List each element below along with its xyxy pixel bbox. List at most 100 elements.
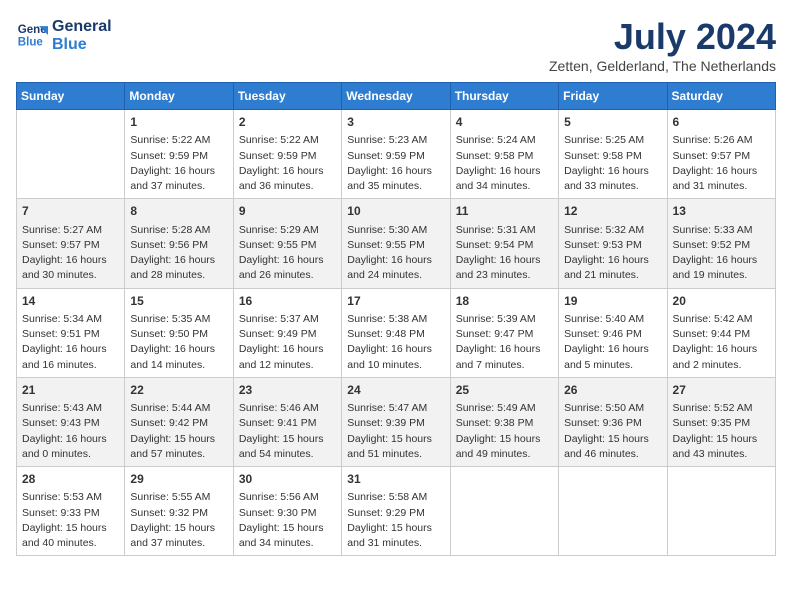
day-number: 12 — [564, 203, 661, 220]
day-content: Sunrise: 5:35 AM Sunset: 9:50 PM Dayligh… — [130, 313, 215, 371]
day-content: Sunrise: 5:47 AM Sunset: 9:39 PM Dayligh… — [347, 402, 432, 460]
calendar-cell: 11 Sunrise: 5:31 AM Sunset: 9:54 PM Dayli… — [450, 199, 558, 288]
week-row-3: 14 Sunrise: 5:34 AM Sunset: 9:51 PM Dayli… — [17, 288, 776, 377]
day-content: Sunrise: 5:22 AM Sunset: 9:59 PM Dayligh… — [239, 134, 324, 192]
calendar-cell: 9 Sunrise: 5:29 AM Sunset: 9:55 PM Daylig… — [233, 199, 341, 288]
col-header-saturday: Saturday — [667, 83, 775, 110]
day-number: 30 — [239, 471, 336, 488]
calendar-cell: 19 Sunrise: 5:40 AM Sunset: 9:46 PM Dayli… — [559, 288, 667, 377]
week-row-2: 7 Sunrise: 5:27 AM Sunset: 9:57 PM Daylig… — [17, 199, 776, 288]
day-number: 20 — [673, 293, 770, 310]
day-number: 22 — [130, 382, 227, 399]
day-content: Sunrise: 5:26 AM Sunset: 9:57 PM Dayligh… — [673, 134, 758, 192]
calendar-cell: 27 Sunrise: 5:52 AM Sunset: 9:35 PM Dayli… — [667, 377, 775, 466]
calendar-cell — [17, 110, 125, 199]
day-number: 8 — [130, 203, 227, 220]
day-content: Sunrise: 5:38 AM Sunset: 9:48 PM Dayligh… — [347, 313, 432, 371]
calendar-cell: 3 Sunrise: 5:23 AM Sunset: 9:59 PM Daylig… — [342, 110, 450, 199]
day-content: Sunrise: 5:58 AM Sunset: 9:29 PM Dayligh… — [347, 491, 432, 549]
day-content: Sunrise: 5:53 AM Sunset: 9:33 PM Dayligh… — [22, 491, 107, 549]
day-number: 31 — [347, 471, 444, 488]
day-content: Sunrise: 5:25 AM Sunset: 9:58 PM Dayligh… — [564, 134, 649, 192]
day-content: Sunrise: 5:52 AM Sunset: 9:35 PM Dayligh… — [673, 402, 758, 460]
day-content: Sunrise: 5:44 AM Sunset: 9:42 PM Dayligh… — [130, 402, 215, 460]
calendar-cell: 2 Sunrise: 5:22 AM Sunset: 9:59 PM Daylig… — [233, 110, 341, 199]
day-number: 19 — [564, 293, 661, 310]
day-content: Sunrise: 5:34 AM Sunset: 9:51 PM Dayligh… — [22, 313, 107, 371]
day-number: 17 — [347, 293, 444, 310]
day-content: Sunrise: 5:43 AM Sunset: 9:43 PM Dayligh… — [22, 402, 107, 460]
location-text: Zetten, Gelderland, The Netherlands — [549, 58, 776, 74]
day-content: Sunrise: 5:28 AM Sunset: 9:56 PM Dayligh… — [130, 224, 215, 282]
calendar-cell: 5 Sunrise: 5:25 AM Sunset: 9:58 PM Daylig… — [559, 110, 667, 199]
calendar-cell: 24 Sunrise: 5:47 AM Sunset: 9:39 PM Dayli… — [342, 377, 450, 466]
day-number: 3 — [347, 114, 444, 131]
month-title: July 2024 — [549, 16, 776, 58]
day-number: 18 — [456, 293, 553, 310]
day-content: Sunrise: 5:55 AM Sunset: 9:32 PM Dayligh… — [130, 491, 215, 549]
calendar-cell: 4Sunrise: 5:24 AM Sunset: 9:58 PM Daylig… — [450, 110, 558, 199]
calendar-cell: 21 Sunrise: 5:43 AM Sunset: 9:43 PM Dayli… — [17, 377, 125, 466]
day-number: 2 — [239, 114, 336, 131]
col-header-wednesday: Wednesday — [342, 83, 450, 110]
col-header-monday: Monday — [125, 83, 233, 110]
day-number: 5 — [564, 114, 661, 131]
calendar-cell: 30 Sunrise: 5:56 AM Sunset: 9:30 PM Dayli… — [233, 467, 341, 556]
calendar-cell: 22 Sunrise: 5:44 AM Sunset: 9:42 PM Dayli… — [125, 377, 233, 466]
svg-text:Blue: Blue — [18, 36, 44, 48]
day-content: Sunrise: 5:31 AM Sunset: 9:54 PM Dayligh… — [456, 224, 541, 282]
day-content: Sunrise: 5:37 AM Sunset: 9:49 PM Dayligh… — [239, 313, 324, 371]
header-row: SundayMondayTuesdayWednesdayThursdayFrid… — [17, 83, 776, 110]
day-content: Sunrise: 5:50 AM Sunset: 9:36 PM Dayligh… — [564, 402, 649, 460]
calendar-cell: 25Sunrise: 5:49 AM Sunset: 9:38 PM Dayli… — [450, 377, 558, 466]
day-number: 16 — [239, 293, 336, 310]
day-content: Sunrise: 5:23 AM Sunset: 9:59 PM Dayligh… — [347, 134, 432, 192]
col-header-tuesday: Tuesday — [233, 83, 341, 110]
day-number: 24 — [347, 382, 444, 399]
calendar-cell: 28 Sunrise: 5:53 AM Sunset: 9:33 PM Dayli… — [17, 467, 125, 556]
calendar-cell: 1Sunrise: 5:22 AM Sunset: 9:59 PM Daylig… — [125, 110, 233, 199]
calendar-cell: 26 Sunrise: 5:50 AM Sunset: 9:36 PM Dayli… — [559, 377, 667, 466]
day-content: Sunrise: 5:27 AM Sunset: 9:57 PM Dayligh… — [22, 224, 107, 282]
day-number: 28 — [22, 471, 119, 488]
day-content: Sunrise: 5:33 AM Sunset: 9:52 PM Dayligh… — [673, 224, 758, 282]
day-content: Sunrise: 5:49 AM Sunset: 9:38 PM Dayligh… — [456, 402, 541, 460]
day-content: Sunrise: 5:29 AM Sunset: 9:55 PM Dayligh… — [239, 224, 324, 282]
day-number: 26 — [564, 382, 661, 399]
day-content: Sunrise: 5:32 AM Sunset: 9:53 PM Dayligh… — [564, 224, 649, 282]
day-content: Sunrise: 5:30 AM Sunset: 9:55 PM Dayligh… — [347, 224, 432, 282]
calendar-cell: 15 Sunrise: 5:35 AM Sunset: 9:50 PM Dayli… — [125, 288, 233, 377]
calendar-cell: 23Sunrise: 5:46 AM Sunset: 9:41 PM Dayli… — [233, 377, 341, 466]
day-number: 11 — [456, 203, 553, 220]
calendar-cell: 7 Sunrise: 5:27 AM Sunset: 9:57 PM Daylig… — [17, 199, 125, 288]
calendar-cell: 10 Sunrise: 5:30 AM Sunset: 9:55 PM Dayli… — [342, 199, 450, 288]
day-number: 27 — [673, 382, 770, 399]
day-number: 7 — [22, 203, 119, 220]
col-header-sunday: Sunday — [17, 83, 125, 110]
logo-text-blue: Blue — [52, 36, 112, 54]
week-row-4: 21 Sunrise: 5:43 AM Sunset: 9:43 PM Dayli… — [17, 377, 776, 466]
day-number: 15 — [130, 293, 227, 310]
calendar-cell: 18Sunrise: 5:39 AM Sunset: 9:47 PM Dayli… — [450, 288, 558, 377]
calendar-cell: 14 Sunrise: 5:34 AM Sunset: 9:51 PM Dayli… — [17, 288, 125, 377]
calendar-cell: 12 Sunrise: 5:32 AM Sunset: 9:53 PM Dayli… — [559, 199, 667, 288]
col-header-friday: Friday — [559, 83, 667, 110]
day-content: Sunrise: 5:56 AM Sunset: 9:30 PM Dayligh… — [239, 491, 324, 549]
title-block: July 2024 Zetten, Gelderland, The Nether… — [549, 16, 776, 74]
day-number: 14 — [22, 293, 119, 310]
calendar-cell — [450, 467, 558, 556]
calendar-cell: 20Sunrise: 5:42 AM Sunset: 9:44 PM Dayli… — [667, 288, 775, 377]
calendar-table: SundayMondayTuesdayWednesdayThursdayFrid… — [16, 82, 776, 556]
day-number: 21 — [22, 382, 119, 399]
calendar-cell — [667, 467, 775, 556]
calendar-cell: 16 Sunrise: 5:37 AM Sunset: 9:49 PM Dayli… — [233, 288, 341, 377]
week-row-5: 28 Sunrise: 5:53 AM Sunset: 9:33 PM Dayli… — [17, 467, 776, 556]
day-number: 9 — [239, 203, 336, 220]
day-number: 1 — [130, 114, 227, 131]
calendar-cell: 29Sunrise: 5:55 AM Sunset: 9:32 PM Dayli… — [125, 467, 233, 556]
day-number: 4 — [456, 114, 553, 131]
logo-icon: General Blue — [16, 19, 48, 51]
calendar-cell: 17 Sunrise: 5:38 AM Sunset: 9:48 PM Dayli… — [342, 288, 450, 377]
day-number: 10 — [347, 203, 444, 220]
day-content: Sunrise: 5:40 AM Sunset: 9:46 PM Dayligh… — [564, 313, 649, 371]
